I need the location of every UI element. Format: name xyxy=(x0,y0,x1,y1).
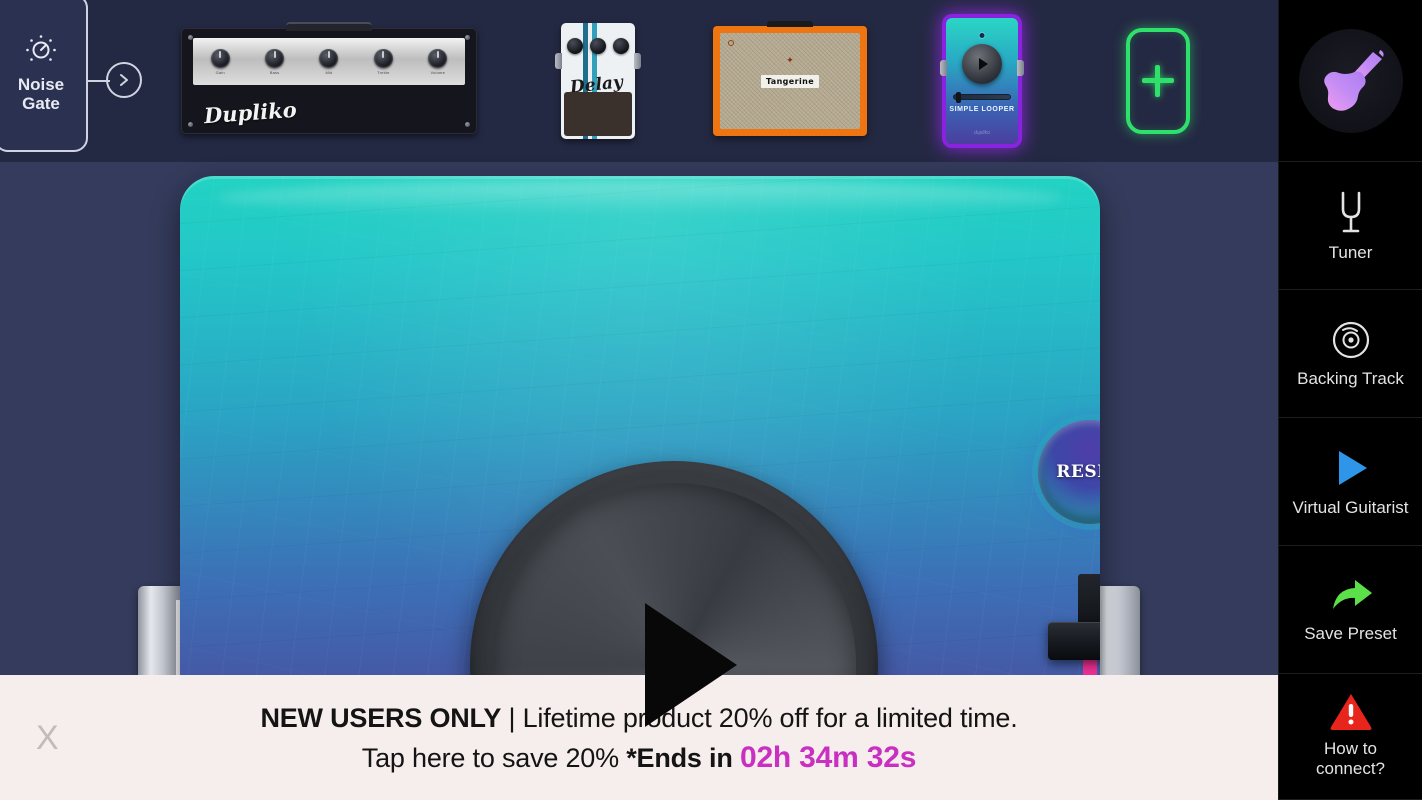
chain-slot-simple-looper[interactable]: SIMPLE LOOPER dupliko xyxy=(930,0,1034,162)
chevron-right-icon[interactable] xyxy=(106,62,142,98)
amp-knob-label: Bass xyxy=(269,69,280,75)
reset-button-label: RESET xyxy=(1056,462,1100,482)
chain-slot-cabinet[interactable]: ✦ Tangerine xyxy=(706,0,874,162)
cabinet-mark-icon: ✦ xyxy=(786,55,794,65)
amp-screw xyxy=(465,35,470,40)
add-effect-button[interactable] xyxy=(1126,28,1190,134)
looper-fader[interactable] xyxy=(953,92,1011,103)
sidebar-item-backing-track[interactable]: Backing Track xyxy=(1279,290,1422,418)
promo-cta: Tap here to save 20% xyxy=(361,742,627,773)
looper-brand-label: dupliko xyxy=(974,130,990,136)
amp-knob-treble[interactable] xyxy=(373,48,393,68)
pedal-jack-left xyxy=(555,53,562,69)
promo-countdown-timer: 02h 34m 32s xyxy=(739,740,917,774)
cabinet-handle xyxy=(767,21,813,27)
delay-knob-row xyxy=(567,38,629,54)
sidebar-item-how-to-connect-label: How to connect? xyxy=(1316,738,1385,778)
amp-knob-group[interactable]: Bass xyxy=(265,48,285,75)
right-sidebar: Tuner Backing Track Virtual Guitarist Sa… xyxy=(1278,0,1422,800)
play-triangle-icon xyxy=(979,58,988,70)
cabinet-corner-dot xyxy=(728,40,734,46)
looper-reset-icon[interactable] xyxy=(978,32,986,39)
cabinet-brand-label: Tangerine xyxy=(760,74,820,88)
amp-knob-gain[interactable] xyxy=(210,48,230,68)
pedal-jack-right xyxy=(1017,60,1024,76)
amp-knob-label: Volume xyxy=(430,69,446,75)
delay-knob-feedback[interactable] xyxy=(590,38,606,54)
amp-knob-bass[interactable] xyxy=(265,48,285,68)
promo-banner-text: NEW USERS ONLY | Lifetime product 20% of… xyxy=(260,698,1017,778)
sidebar-item-virtual-guitarist[interactable]: Virtual Guitarist xyxy=(1279,418,1422,546)
amp-brand-label: Dupliko xyxy=(203,96,298,129)
looper-play-knob[interactable] xyxy=(962,44,1002,84)
pedal-gloss-highlight xyxy=(216,181,1064,215)
reset-button[interactable]: RESET xyxy=(1038,420,1100,524)
chain-slot-delay-pedal[interactable]: Delay xyxy=(548,0,648,162)
amp-knob-group[interactable]: Mid xyxy=(319,48,339,75)
close-icon[interactable]: X xyxy=(36,721,59,755)
play-triangle-icon xyxy=(645,603,737,727)
amp-handle xyxy=(286,22,372,31)
sidebar-item-how-to-connect[interactable]: How to connect? xyxy=(1279,674,1422,800)
sidebar-item-avatar[interactable] xyxy=(1279,0,1422,162)
guitar-icon xyxy=(1323,49,1384,111)
sidebar-item-save-preset[interactable]: Save Preset xyxy=(1279,546,1422,674)
noise-gate-module[interactable]: Noise Gate xyxy=(0,0,88,152)
pedal-jack-left xyxy=(940,60,947,76)
sidebar-item-backing-track-label: Backing Track xyxy=(1297,368,1404,388)
promo-banner-line1: NEW USERS ONLY | Lifetime product 20% of… xyxy=(260,698,1017,738)
delay-knob-level[interactable] xyxy=(613,38,629,54)
promo-banner-line2: Tap here to save 20% *Ends in 02h 34m 32… xyxy=(260,738,1017,778)
signal-chain-bar: Noise Gate Gain Bass Mid Treble Volume D… xyxy=(0,0,1278,162)
amp-knob-group[interactable]: Volume xyxy=(428,48,448,75)
sidebar-item-save-preset-label: Save Preset xyxy=(1304,623,1397,643)
promo-subtext: Lifetime product 20% off for a limited t… xyxy=(522,702,1018,733)
amp-knob-mid[interactable] xyxy=(319,48,339,68)
app-root: Noise Gate Gain Bass Mid Treble Volume D… xyxy=(0,0,1422,800)
avatar xyxy=(1298,28,1403,133)
sidebar-item-tuner[interactable]: Tuner xyxy=(1279,162,1422,290)
noise-gate-label-line2: Gate xyxy=(22,94,60,113)
simple-looper-pedal[interactable]: SIMPLE LOOPER dupliko xyxy=(940,18,1024,144)
noise-gate-label-line1: Noise xyxy=(17,75,65,94)
fader-handle[interactable] xyxy=(1048,622,1100,660)
amp-knob-label: Mid xyxy=(325,69,333,75)
sidebar-item-virtual-guitarist-label: Virtual Guitarist xyxy=(1292,497,1409,517)
noise-gate-label: Noise Gate xyxy=(18,75,64,113)
warning-triangle-icon xyxy=(1330,693,1371,730)
delay-footswitch[interactable] xyxy=(564,92,632,136)
promo-ends-in: *Ends in xyxy=(626,742,740,773)
plus-icon xyxy=(1142,65,1174,97)
promo-headline: NEW USERS ONLY xyxy=(260,702,502,733)
amp-knob-group[interactable]: Treble xyxy=(373,48,393,75)
amp-screw xyxy=(188,122,193,127)
amp-knob-label: Gain xyxy=(215,69,225,75)
promo-separator: | xyxy=(501,702,523,733)
play-triangle-icon xyxy=(1338,450,1367,485)
cabinet-grill: ✦ Tangerine xyxy=(720,33,860,129)
chain-slot-amp-head[interactable]: Gain Bass Mid Treble Volume Dupliko xyxy=(178,0,480,162)
delay-pedal[interactable]: Delay xyxy=(555,23,641,139)
amp-knob-volume[interactable] xyxy=(428,48,448,68)
promo-banner[interactable]: X NEW USERS ONLY | Lifetime product 20% … xyxy=(0,675,1278,800)
chain-slot-add[interactable] xyxy=(1108,0,1208,162)
sidebar-item-tuner-label: Tuner xyxy=(1328,242,1373,262)
amp-knob-group[interactable]: Gain xyxy=(210,48,230,75)
noise-gate-knob-icon xyxy=(24,33,58,67)
delay-knob-time[interactable] xyxy=(567,38,583,54)
guitar-cabinet[interactable]: ✦ Tangerine xyxy=(713,21,867,136)
amp-screw xyxy=(465,122,470,127)
disc-icon xyxy=(1332,321,1369,358)
amp-control-panel: Gain Bass Mid Treble Volume xyxy=(193,38,465,85)
pedal-jack-right xyxy=(634,53,641,69)
looper-name-label: SIMPLE LOOPER xyxy=(949,106,1015,113)
tuning-fork-icon xyxy=(1341,191,1360,232)
amp-head[interactable]: Gain Bass Mid Treble Volume Dupliko xyxy=(181,22,477,134)
share-arrow-icon xyxy=(1332,579,1372,609)
amp-knob-label: Treble xyxy=(377,69,390,75)
